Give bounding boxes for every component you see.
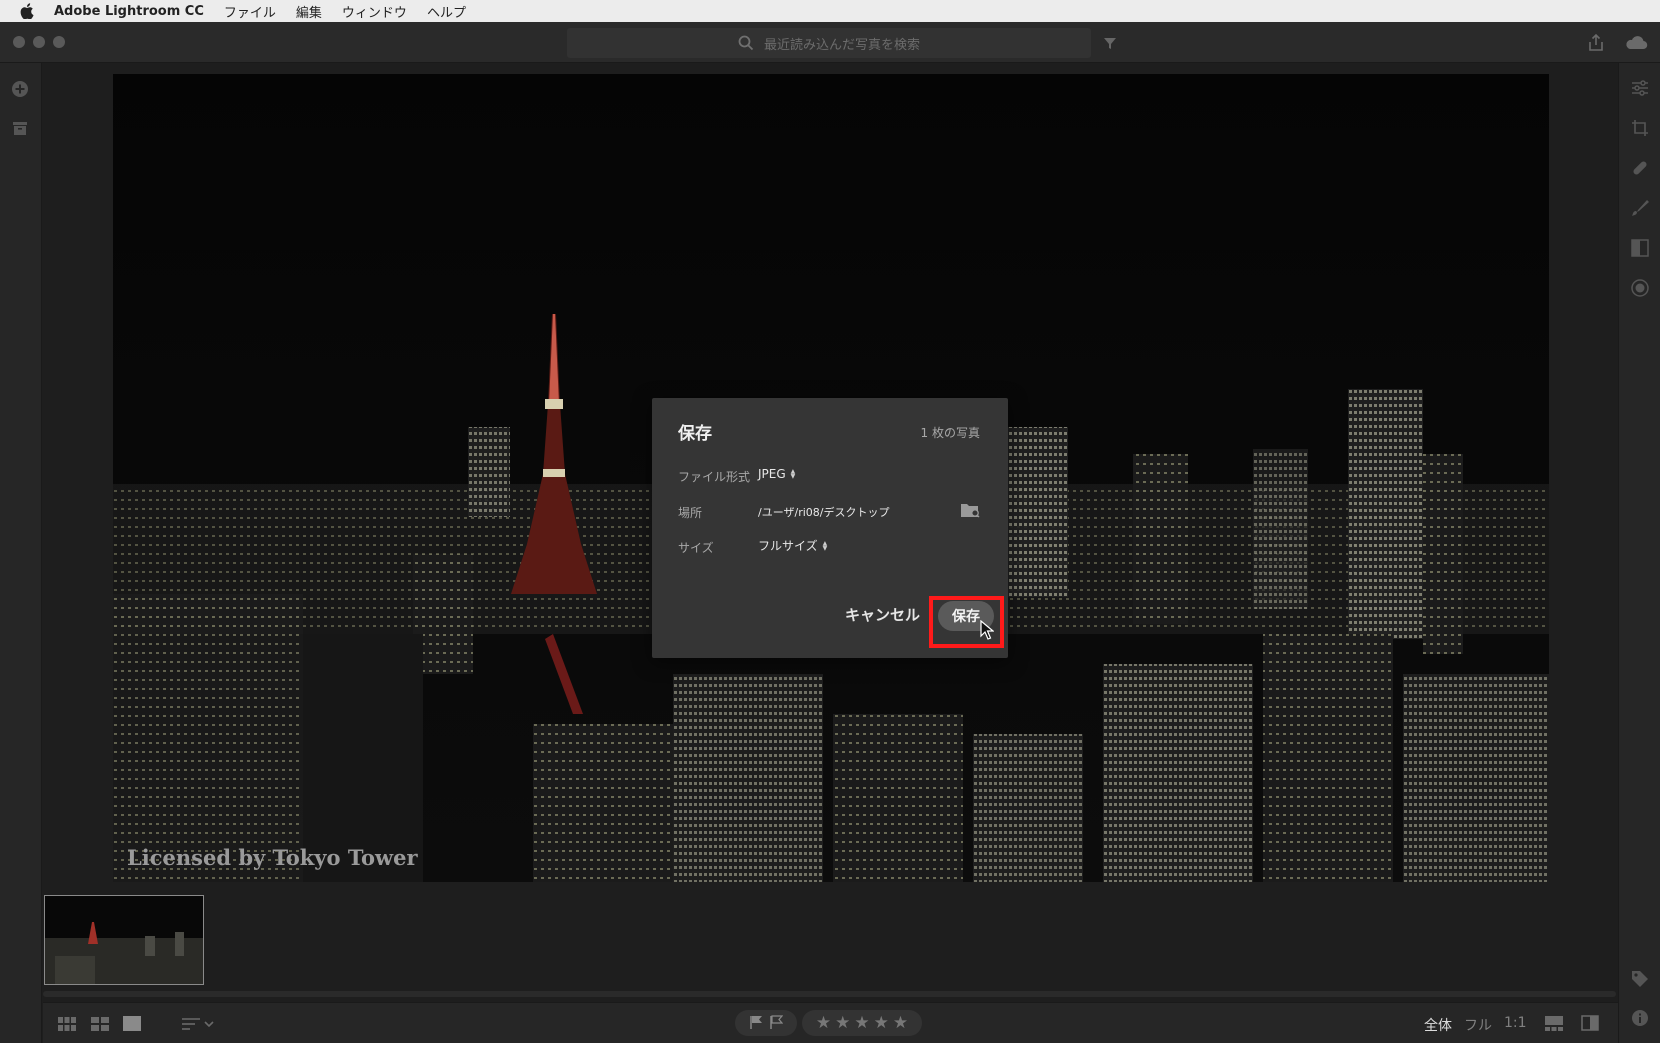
menu-window[interactable]: ウィンドウ bbox=[342, 2, 407, 21]
window-titlebar: 最近読み込んだ写真を検索 bbox=[0, 22, 1660, 63]
save-dialog: 保存 1 枚の写真 ファイル形式 JPEG ▲ ▼ 場所 /ユーザ/ri08/デス… bbox=[652, 398, 1008, 658]
menu-edit[interactable]: 編集 bbox=[296, 2, 322, 21]
menu-file[interactable]: ファイル bbox=[224, 2, 276, 21]
search-placeholder: 最近読み込んだ写真を検索 bbox=[763, 37, 920, 53]
zoom-fill-option[interactable]: フル bbox=[1464, 1015, 1492, 1035]
star-icon-1[interactable]: ★ bbox=[816, 1013, 831, 1033]
edit-sliders-icon[interactable] bbox=[1630, 78, 1650, 98]
filter-icon[interactable] bbox=[1103, 35, 1117, 54]
left-panel bbox=[0, 63, 42, 1043]
star-icon-3[interactable]: ★ bbox=[854, 1013, 869, 1033]
share-icon[interactable] bbox=[1588, 33, 1604, 56]
library-icon[interactable] bbox=[10, 118, 30, 138]
cancel-button[interactable]: キャンセル bbox=[845, 604, 920, 625]
menu-help[interactable]: ヘルプ bbox=[427, 2, 466, 21]
size-label: サイズ bbox=[678, 541, 714, 555]
before-after-icon[interactable] bbox=[1581, 1015, 1599, 1031]
search-icon bbox=[738, 35, 754, 51]
star-icon-4[interactable]: ★ bbox=[874, 1013, 889, 1033]
size-value: フルサイズ bbox=[758, 539, 818, 553]
location-label: 場所 bbox=[678, 506, 703, 520]
app-name-menu[interactable]: Adobe Lightroom CC bbox=[54, 4, 204, 19]
macos-menu-bar: Adobe Lightroom CC ファイル 編集 ウィンドウ ヘルプ bbox=[0, 0, 1660, 22]
brush-icon[interactable] bbox=[1630, 198, 1650, 218]
photo-count: 1 枚の写真 bbox=[920, 426, 980, 440]
filmstrip-scrollbar[interactable] bbox=[43, 991, 1616, 997]
info-icon[interactable] bbox=[1630, 1008, 1650, 1028]
select-arrows-icon: ▲ ▼ bbox=[790, 468, 796, 480]
bottom-toolbar: ★ ★ ★ ★ ★ 全体 フル 1:1 bbox=[43, 1002, 1618, 1043]
location-path: /ユーザ/ri08/デスクトップ bbox=[758, 506, 890, 519]
photo-thumbnail[interactable] bbox=[44, 895, 204, 985]
zoom-1to1-option[interactable]: 1:1 bbox=[1504, 1015, 1527, 1031]
reject-flag-icon[interactable] bbox=[769, 1014, 784, 1033]
tag-icon[interactable] bbox=[1630, 969, 1650, 989]
filmstrip-toggle-icon[interactable] bbox=[1545, 1016, 1563, 1031]
size-select[interactable]: フルサイズ ▲ ▼ bbox=[758, 537, 827, 554]
cloud-sync-icon[interactable] bbox=[1624, 34, 1648, 54]
square-grid-view-icon[interactable] bbox=[58, 1017, 76, 1031]
mouse-cursor-icon bbox=[980, 619, 995, 644]
photo-grid-view-icon[interactable] bbox=[91, 1017, 109, 1031]
zoom-window-button[interactable] bbox=[53, 36, 65, 48]
choose-folder-icon[interactable] bbox=[960, 502, 980, 522]
file-format-label: ファイル形式 bbox=[678, 470, 751, 484]
file-format-select[interactable]: JPEG ▲ ▼ bbox=[758, 467, 795, 481]
photo-watermark: Licensed by Tokyo Tower bbox=[127, 845, 418, 870]
select-arrows-icon: ▲ ▼ bbox=[822, 539, 828, 552]
right-edit-panel bbox=[1618, 63, 1660, 1043]
pick-flag-icon[interactable] bbox=[749, 1014, 763, 1033]
linear-gradient-icon[interactable] bbox=[1630, 238, 1650, 258]
minimize-window-button[interactable] bbox=[33, 36, 45, 48]
healing-brush-icon[interactable] bbox=[1630, 158, 1650, 178]
star-icon-5[interactable]: ★ bbox=[893, 1013, 908, 1033]
radial-gradient-icon[interactable] bbox=[1630, 278, 1650, 298]
file-format-value: JPEG bbox=[758, 467, 786, 481]
star-rating: ★ ★ ★ ★ ★ bbox=[802, 1010, 922, 1036]
sort-icon[interactable] bbox=[182, 1017, 216, 1031]
crop-icon[interactable] bbox=[1630, 118, 1650, 138]
dialog-title: 保存 bbox=[678, 424, 712, 444]
search-input[interactable]: 最近読み込んだ写真を検索 bbox=[567, 28, 1091, 58]
flag-controls bbox=[735, 1010, 797, 1036]
zoom-fit-option[interactable]: 全体 bbox=[1424, 1015, 1452, 1035]
add-photos-icon[interactable] bbox=[10, 79, 30, 99]
filmstrip bbox=[43, 888, 1618, 998]
star-icon-2[interactable]: ★ bbox=[835, 1013, 850, 1033]
close-window-button[interactable] bbox=[13, 36, 25, 48]
apple-logo-icon[interactable] bbox=[18, 2, 36, 20]
detail-view-icon[interactable] bbox=[123, 1016, 141, 1031]
